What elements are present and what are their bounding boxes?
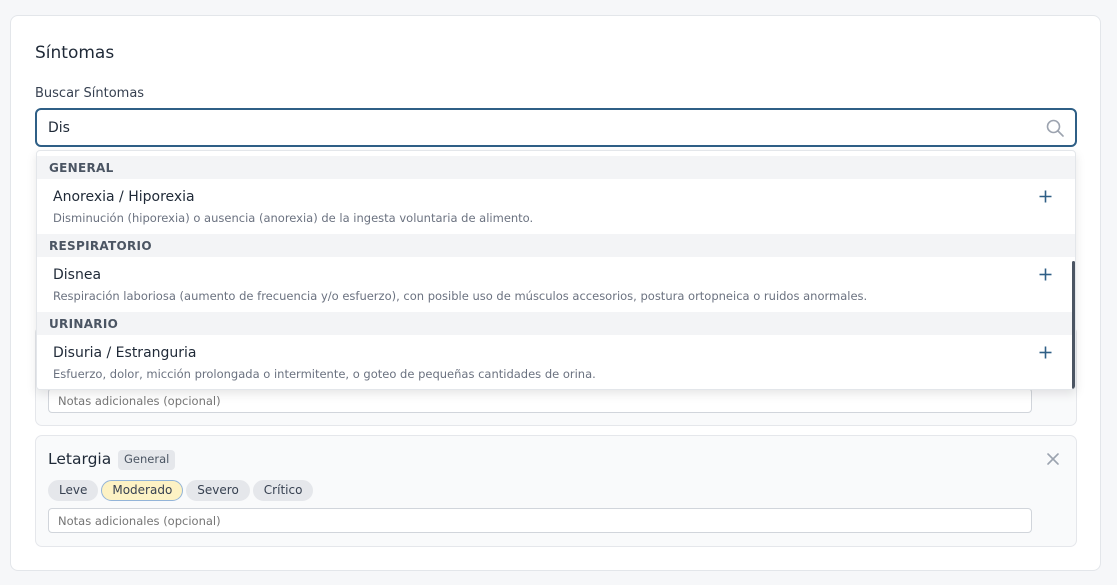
option-name: Disnea: [53, 267, 102, 283]
plus-icon[interactable]: [1039, 346, 1052, 359]
option-description: Esfuerzo, dolor, micción prolongada o in…: [53, 367, 596, 381]
group-header-urinario: URINARIO: [37, 312, 1075, 335]
close-icon[interactable]: [1046, 452, 1060, 466]
plus-icon[interactable]: [1039, 268, 1052, 281]
severity-moderado[interactable]: Moderado: [101, 480, 184, 501]
option-anorexia[interactable]: Anorexia / Hiporexia Disminución (hipore…: [37, 179, 1072, 234]
search-label: Buscar Síntomas: [35, 86, 145, 101]
severity-critico[interactable]: Crítico: [252, 480, 314, 501]
notes-input[interactable]: [48, 388, 1032, 413]
option-description: Disminución (hiporexia) o ausencia (anor…: [53, 211, 534, 225]
option-disuria[interactable]: Disuria / Estranguria Esfuerzo, dolor, m…: [37, 335, 1072, 389]
group-header-general: GENERAL: [37, 156, 1075, 179]
option-description: Respiración laboriosa (aumento de frecue…: [53, 289, 868, 303]
option-disnea[interactable]: Disnea Respiración laboriosa (aumento de…: [37, 257, 1072, 312]
section-title: Síntomas: [35, 43, 115, 63]
plus-icon[interactable]: [1039, 190, 1052, 203]
search-icon[interactable]: [1045, 118, 1065, 138]
dropdown-scrollbar[interactable]: [1072, 261, 1075, 389]
option-name: Anorexia / Hiporexia: [53, 189, 195, 205]
category-badge: General: [118, 450, 176, 470]
search-input[interactable]: [48, 118, 1008, 138]
notes-input[interactable]: [48, 508, 1032, 533]
severity-selector: Leve Moderado Severo Crítico: [48, 480, 314, 501]
search-field[interactable]: [35, 108, 1077, 147]
group-header-respiratorio: RESPIRATORIO: [37, 234, 1075, 257]
symptoms-card: Síntomas Buscar Síntomas Letargia Genera…: [10, 15, 1101, 571]
option-name: Disuria / Estranguria: [53, 345, 197, 361]
selected-symptom-card: Letargia General Leve Moderado Severo Cr…: [35, 435, 1077, 547]
severity-severo[interactable]: Severo: [186, 480, 250, 501]
severity-leve[interactable]: Leve: [48, 480, 99, 501]
search-results-dropdown: GENERAL Anorexia / Hiporexia Disminución…: [36, 150, 1076, 390]
symptom-name: Letargia: [48, 450, 112, 468]
